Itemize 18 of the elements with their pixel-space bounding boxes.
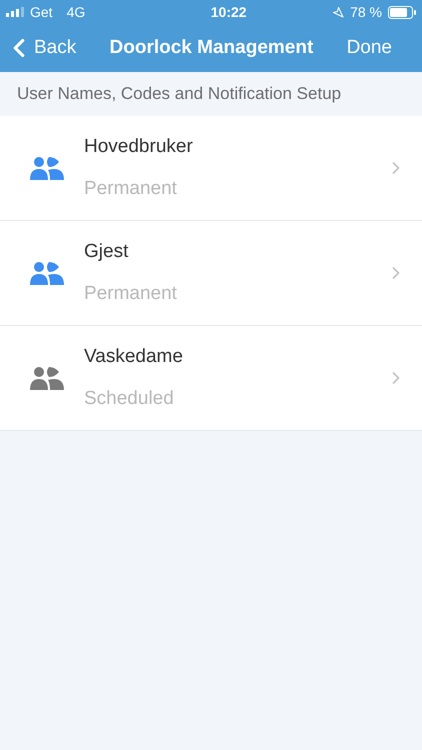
user-type: Permanent [84, 177, 178, 201]
user-type: Scheduled [84, 387, 175, 411]
user-row[interactable]: Hovedbruker Permanent [0, 116, 422, 221]
user-name: Hovedbruker [84, 134, 194, 158]
location-icon [332, 6, 344, 18]
carrier-label: Get [30, 2, 53, 22]
screen-title: Doorlock Management [110, 36, 314, 60]
user-type: Permanent [84, 282, 178, 306]
battery-percent: 78 % [350, 2, 382, 22]
network-label: 4G [66, 2, 86, 22]
user-name: Gjest [84, 240, 130, 264]
user-row[interactable]: Gjest Permanent [0, 221, 422, 326]
signal-icon [6, 7, 24, 17]
user-name: Vaskedame [84, 344, 184, 368]
clock: 10:22 [210, 2, 247, 22]
battery-icon [388, 6, 416, 18]
user-row[interactable]: Vaskedame Scheduled [0, 326, 422, 431]
section-header: User Names, Codes and Notification Setup [17, 83, 342, 106]
